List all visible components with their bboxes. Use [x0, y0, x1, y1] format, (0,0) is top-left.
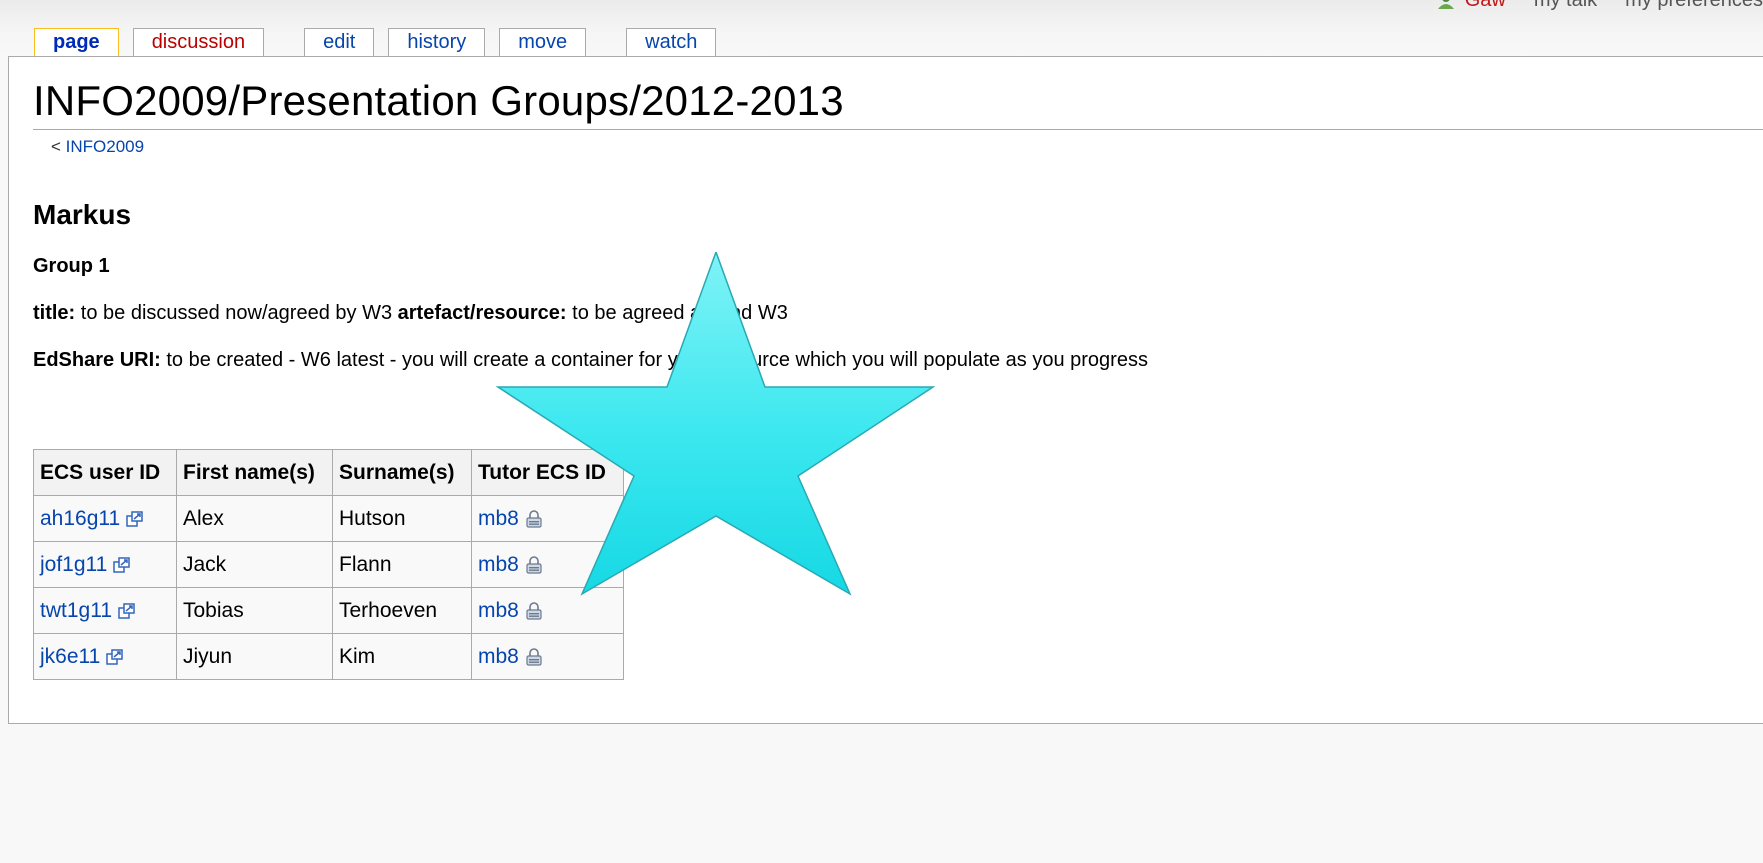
lock-icon — [526, 602, 542, 620]
breadcrumb-link-parent[interactable]: INFO2009 — [66, 137, 144, 156]
page-tabs: page discussion edit history move watch — [34, 28, 730, 56]
table-row: jk6e11 Jiyun Kim mb8 — [33, 633, 624, 680]
cell-surname: Kim — [332, 633, 472, 680]
external-link-icon — [113, 557, 131, 573]
cell-user-id: twt1g11 — [33, 587, 177, 634]
user-id-link[interactable]: jof1g11 — [40, 553, 107, 576]
external-link-icon — [126, 511, 143, 527]
edshare-label: EdShare URI: — [33, 349, 161, 371]
tutor-link[interactable]: mb8 — [478, 645, 519, 668]
tab-history[interactable]: history — [388, 28, 486, 56]
cell-tutor: mb8 — [471, 633, 624, 680]
user-id-link[interactable]: ah16g11 — [40, 507, 120, 530]
footer-area — [0, 724, 1763, 863]
section-heading: Markus — [33, 199, 132, 230]
tab-edit[interactable]: edit — [304, 28, 375, 56]
top-bar: Gaw my talk my preferences page discussi… — [0, 0, 1763, 58]
cell-surname: Flann — [332, 541, 472, 588]
lock-icon — [526, 648, 542, 666]
my-talk-link[interactable]: my talk — [1534, 0, 1597, 11]
personal-tools: Gaw my talk my preferences — [1437, 0, 1763, 11]
user-link[interactable]: Gaw — [1437, 0, 1506, 11]
header-ecs-user-id: ECS user ID — [33, 449, 177, 496]
header-first-names: First name(s) — [176, 449, 333, 496]
user-id-link[interactable]: twt1g11 — [40, 599, 112, 622]
star-icon — [496, 252, 936, 596]
title-label: title: — [33, 302, 76, 324]
cell-surname: Hutson — [332, 495, 472, 542]
user-id-link[interactable]: jk6e11 — [40, 645, 100, 668]
subsection-heading: Group 1 — [33, 255, 110, 277]
tutor-link[interactable]: mb8 — [478, 599, 519, 622]
title-divider — [33, 129, 1763, 130]
external-link-icon — [118, 603, 135, 619]
breadcrumb-prefix: < — [51, 137, 66, 156]
user-name: Gaw — [1464, 0, 1506, 11]
header-surnames: Surname(s) — [332, 449, 472, 496]
external-link-icon — [106, 649, 124, 665]
cell-first-name: Alex — [176, 495, 333, 542]
cell-surname: Terhoeven — [332, 587, 472, 634]
tab-watch[interactable]: watch — [626, 28, 717, 56]
tab-move[interactable]: move — [499, 28, 587, 56]
cell-user-id: ah16g11 — [33, 495, 177, 542]
cell-first-name: Jiyun — [176, 633, 333, 680]
cell-first-name: Jack — [176, 541, 333, 588]
cell-user-id: jof1g11 — [33, 541, 177, 588]
tab-page[interactable]: page — [34, 28, 119, 56]
page-title: INFO2009/Presentation Groups/2012-2013 — [33, 77, 844, 124]
user-icon — [1437, 0, 1454, 9]
breadcrumb: < INFO2009 — [51, 137, 144, 157]
title-text: to be discussed now/agreed by W3 — [75, 302, 398, 324]
my-preferences-link[interactable]: my preferences — [1625, 0, 1763, 11]
cell-user-id: jk6e11 — [33, 633, 177, 680]
tab-discussion[interactable]: discussion — [132, 28, 265, 56]
cell-first-name: Tobias — [176, 587, 333, 634]
